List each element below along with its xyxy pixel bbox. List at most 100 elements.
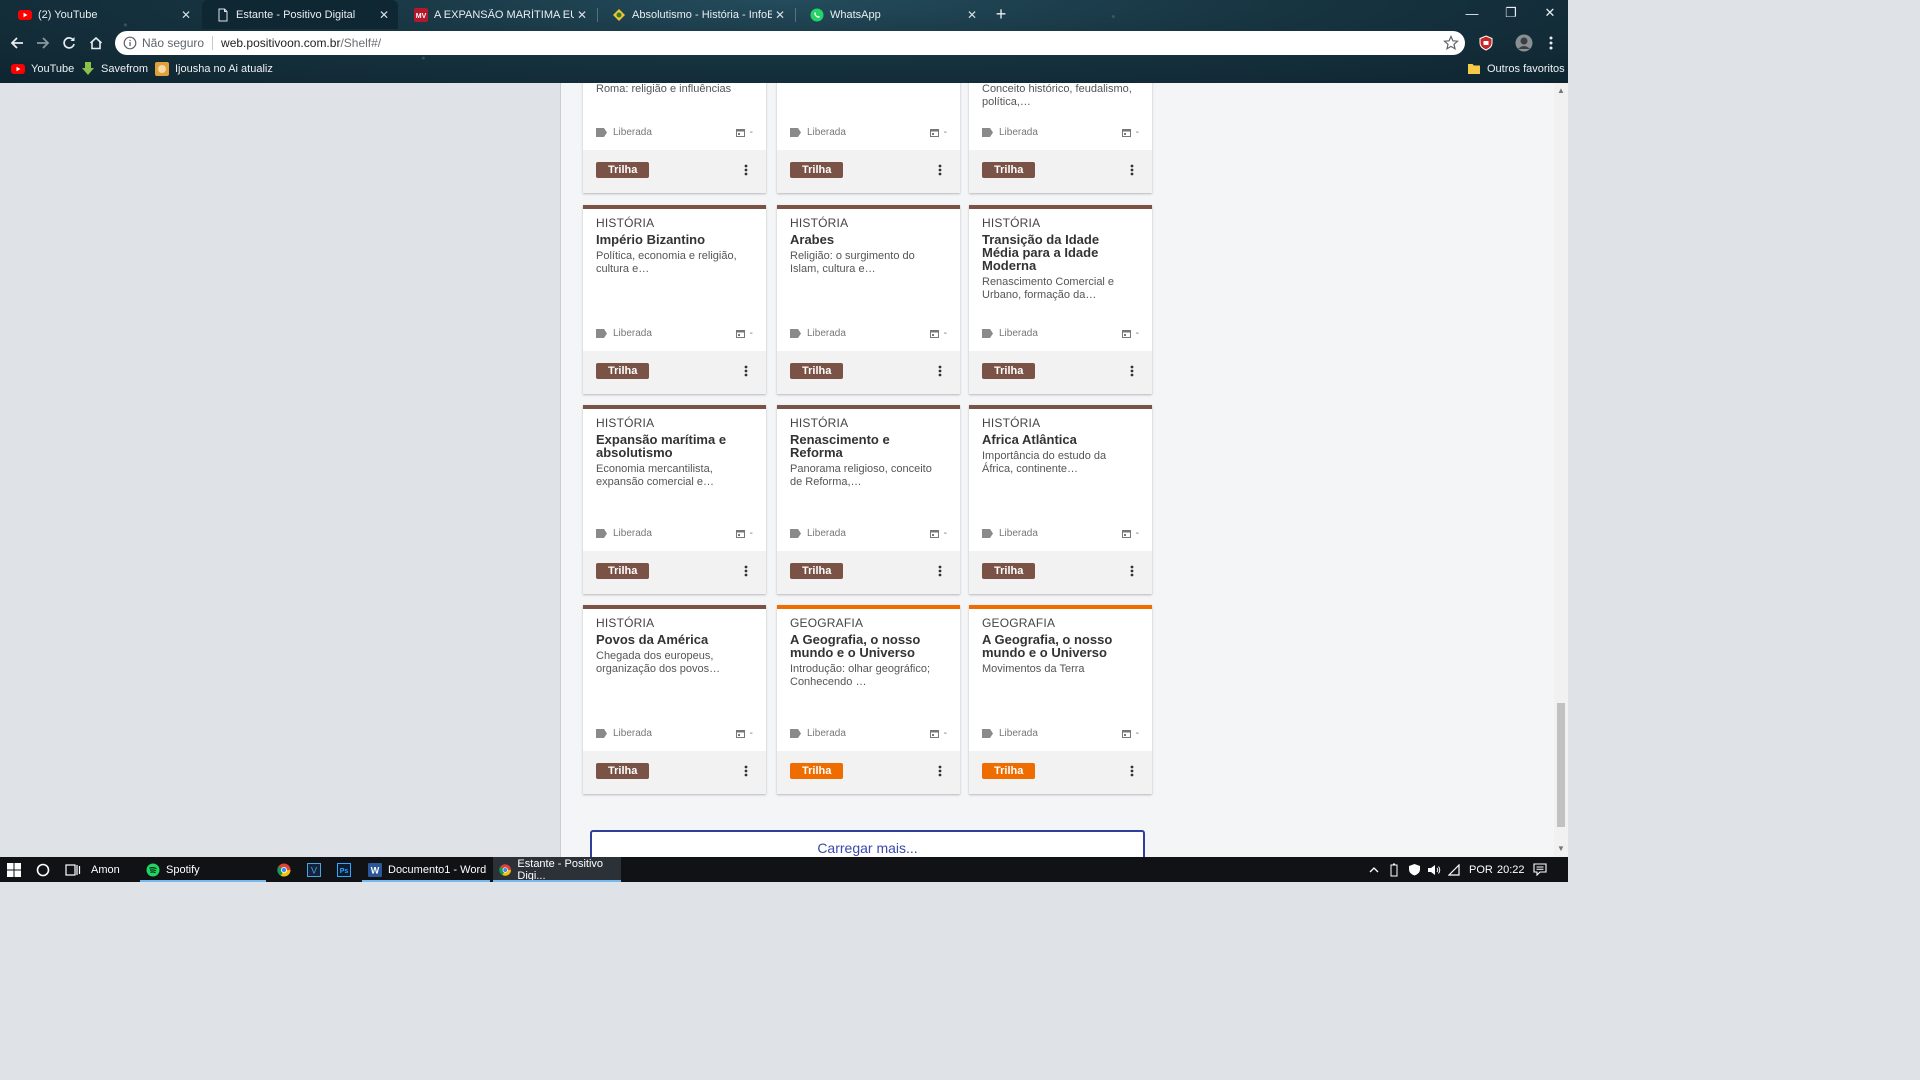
trilha-button[interactable]: Trilha	[982, 162, 1036, 178]
card-meta: Liberada -	[596, 727, 753, 739]
course-card[interactable]: Conceito histórico, feudalismo, política…	[969, 83, 1152, 193]
course-card[interactable]: Roma: religião e influências Liberada - Tri…	[583, 83, 766, 193]
adblock-extension-icon[interactable]	[1476, 33, 1496, 53]
tab-expansao-maritima[interactable]: MV A EXPANSÃO MARÍTIMA EUROP ✕	[400, 0, 596, 29]
close-icon[interactable]: ✕	[376, 7, 392, 23]
home-button[interactable]	[85, 32, 107, 54]
card-title[interactable]: Africa Atlântica	[982, 433, 1137, 446]
star-icon[interactable]	[1443, 35, 1459, 51]
taskbar-app-word[interactable]: W Documento1 - Word	[362, 857, 490, 882]
profile-avatar[interactable]	[1514, 33, 1534, 53]
tray-language[interactable]: POR	[1469, 857, 1493, 882]
trilha-button[interactable]: Trilha	[596, 162, 650, 178]
reload-button[interactable]	[58, 32, 80, 54]
taskbar-app-spotify[interactable]: Spotify	[140, 857, 266, 882]
cortana-button[interactable]	[36, 857, 50, 882]
taskbar-app-chrome[interactable]: Estante - Positivo Digi...	[493, 857, 621, 882]
scrollbar-thumb[interactable]	[1557, 703, 1565, 827]
bookmark-youtube[interactable]: YouTube	[11, 61, 74, 77]
subject-color-bar	[777, 205, 960, 209]
course-card[interactable]: Liberada - Trilha	[777, 83, 960, 193]
scroll-down-icon[interactable]: ▼	[1557, 845, 1565, 853]
card-title[interactable]: Renascimento e Reforma	[790, 433, 945, 459]
course-card[interactable]: HISTÓRIA Renascimento e Reforma Panorama r…	[777, 405, 960, 594]
card-title[interactable]: Povos da América	[596, 633, 751, 646]
task-view-button[interactable]	[65, 857, 81, 882]
card-menu-button[interactable]	[934, 763, 946, 779]
bookmark-ijousha[interactable]: Ijousha no Ai atualiz	[155, 61, 273, 77]
other-bookmarks[interactable]: Outros favoritos	[1467, 61, 1565, 77]
card-description: Introdução: olhar geográfico; Conhecendo…	[790, 663, 931, 688]
card-title[interactable]: Império Bizantino	[596, 233, 751, 246]
card-menu-button[interactable]	[934, 162, 946, 178]
close-window-button[interactable]: ✕	[1541, 4, 1559, 22]
trilha-button[interactable]: Trilha	[982, 763, 1036, 779]
info-icon[interactable]	[123, 36, 137, 50]
close-icon[interactable]: ✕	[574, 7, 590, 23]
tab-absolutismo[interactable]: Absolutismo - História - InfoEsc ✕	[598, 0, 794, 29]
course-card[interactable]: HISTÓRIA Arabes Religião: o surgimento do …	[777, 205, 960, 394]
trilha-button[interactable]: Trilha	[982, 363, 1036, 379]
card-menu-button[interactable]	[1126, 363, 1138, 379]
course-card[interactable]: GEOGRAFIA A Geografia, o nosso mundo e o …	[777, 605, 960, 794]
taskbar-app-photoshop[interactable]: Ps	[337, 857, 351, 882]
card-menu-button[interactable]	[740, 563, 752, 579]
tray-chevron-button[interactable]	[1369, 857, 1379, 882]
card-menu-button[interactable]	[1126, 162, 1138, 178]
scroll-up-icon[interactable]: ▲	[1557, 87, 1565, 95]
tray-wifi[interactable]	[1448, 857, 1460, 882]
start-button[interactable]	[7, 857, 21, 882]
card-title[interactable]: Expansão marítima e absolutismo	[596, 433, 751, 459]
browser-menu-button[interactable]	[1541, 33, 1561, 53]
scrollbar[interactable]: ▲ ▼	[1554, 83, 1568, 857]
card-menu-button[interactable]	[1126, 563, 1138, 579]
tab-youtube[interactable]: (2) YouTube ✕	[4, 0, 200, 29]
back-button[interactable]	[6, 32, 28, 54]
close-icon[interactable]: ✕	[964, 7, 980, 23]
card-title[interactable]: Arabes	[790, 233, 945, 246]
task-view-icon	[65, 863, 81, 876]
card-menu-button[interactable]	[934, 563, 946, 579]
course-card[interactable]: HISTÓRIA Império Bizantino Política, econo…	[583, 205, 766, 394]
tray-volume[interactable]	[1427, 857, 1441, 882]
address-bar[interactable]: Não seguro web.positivoon.com.br /Shelf#…	[115, 31, 1465, 55]
course-card[interactable]: HISTÓRIA Expansão marítima e absolutismo E…	[583, 405, 766, 594]
trilha-button[interactable]: Trilha	[596, 763, 650, 779]
course-card[interactable]: HISTÓRIA Transição da Idade Média para a …	[969, 205, 1152, 394]
course-card[interactable]: HISTÓRIA Povos da América Chegada dos euro…	[583, 605, 766, 794]
bookmark-savefrom[interactable]: Savefrom	[81, 61, 148, 77]
taskbar-app-chrome-pinned[interactable]	[277, 857, 291, 882]
course-card[interactable]: GEOGRAFIA A Geografia, o nosso mundo e o …	[969, 605, 1152, 794]
tray-battery[interactable]	[1390, 857, 1398, 882]
load-more-button[interactable]: Carregar mais...	[590, 830, 1145, 857]
course-card[interactable]: HISTÓRIA Africa Atlântica Importância do e…	[969, 405, 1152, 594]
card-menu-button[interactable]	[740, 363, 752, 379]
trilha-button[interactable]: Trilha	[790, 563, 844, 579]
trilha-button[interactable]: Trilha	[596, 363, 650, 379]
card-menu-button[interactable]	[740, 162, 752, 178]
tab-estante[interactable]: Estante - Positivo Digital ✕	[202, 0, 398, 29]
new-tab-button[interactable]: +	[992, 5, 1010, 23]
restore-button[interactable]: ❐	[1502, 4, 1520, 22]
card-title[interactable]: A Geografia, o nosso mundo e o Universo	[790, 633, 945, 659]
forward-button[interactable]	[32, 32, 54, 54]
card-menu-button[interactable]	[1126, 763, 1138, 779]
trilha-button[interactable]: Trilha	[790, 763, 844, 779]
tray-clock[interactable]: 20:22	[1497, 857, 1525, 882]
taskbar-app-vegas[interactable]: V	[307, 857, 321, 882]
trilha-button[interactable]: Trilha	[596, 563, 650, 579]
tray-security[interactable]	[1408, 857, 1421, 882]
tab-whatsapp[interactable]: WhatsApp ✕	[796, 0, 986, 29]
card-menu-button[interactable]	[740, 763, 752, 779]
card-title[interactable]: Transição da Idade Média para a Idade Mo…	[982, 233, 1137, 272]
trilha-button[interactable]: Trilha	[790, 162, 844, 178]
trilha-button[interactable]: Trilha	[790, 363, 844, 379]
close-icon[interactable]: ✕	[772, 7, 788, 23]
card-menu-button[interactable]	[934, 363, 946, 379]
action-center-button[interactable]	[1533, 857, 1547, 882]
anime-icon	[155, 62, 169, 76]
card-title[interactable]: A Geografia, o nosso mundo e o Universo	[982, 633, 1137, 659]
trilha-button[interactable]: Trilha	[982, 563, 1036, 579]
minimize-button[interactable]: —	[1463, 4, 1481, 22]
close-icon[interactable]: ✕	[178, 7, 194, 23]
